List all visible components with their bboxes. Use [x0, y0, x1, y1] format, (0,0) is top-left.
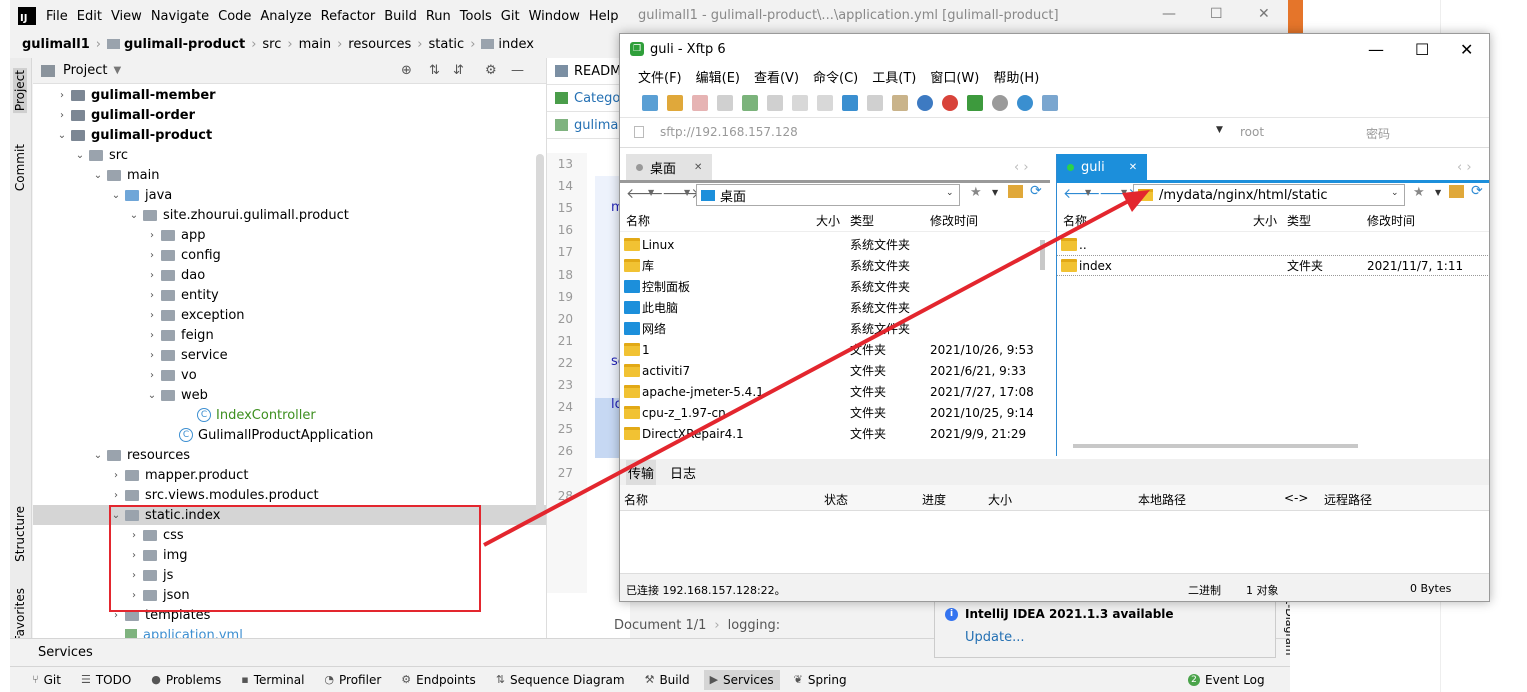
- arrow-line: [483, 195, 1137, 547]
- annotation-arrow: [483, 190, 1150, 547]
